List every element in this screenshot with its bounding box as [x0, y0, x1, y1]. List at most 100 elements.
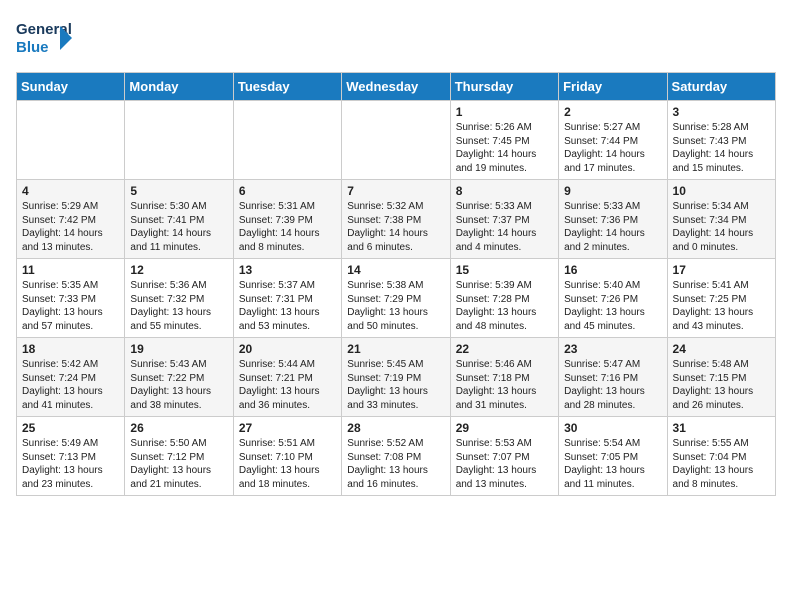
day-number: 5 [130, 184, 227, 198]
cell-info: Sunrise: 5:43 AM Sunset: 7:22 PM Dayligh… [130, 358, 227, 412]
day-number: 6 [239, 184, 336, 198]
cell-info: Sunrise: 5:26 AM Sunset: 7:45 PM Dayligh… [456, 121, 553, 175]
day-number: 21 [347, 342, 444, 356]
day-number: 1 [456, 105, 553, 119]
day-number: 29 [456, 421, 553, 435]
cell-info: Sunrise: 5:46 AM Sunset: 7:18 PM Dayligh… [456, 358, 553, 412]
calendar-week-row: 11 Sunrise: 5:35 AM Sunset: 7:33 PM Dayli… [17, 259, 776, 338]
day-number: 28 [347, 421, 444, 435]
cell-info: Sunrise: 5:35 AM Sunset: 7:33 PM Dayligh… [22, 279, 119, 333]
calendar-cell: 10 Sunrise: 5:34 AM Sunset: 7:34 PM Dayli… [667, 180, 775, 259]
day-number: 13 [239, 263, 336, 277]
cell-info: Sunrise: 5:50 AM Sunset: 7:12 PM Dayligh… [130, 437, 227, 491]
weekday-header: Friday [559, 73, 667, 101]
calendar-cell [342, 101, 450, 180]
calendar-cell: 2Sunrise: 5:27 AM Sunset: 7:44 PM Daylig… [559, 101, 667, 180]
calendar-cell: 30Sunrise: 5:54 AM Sunset: 7:05 PM Dayli… [559, 417, 667, 496]
calendar-cell [233, 101, 341, 180]
cell-info: Sunrise: 5:45 AM Sunset: 7:19 PM Dayligh… [347, 358, 444, 412]
cell-info: Sunrise: 5:51 AM Sunset: 7:10 PM Dayligh… [239, 437, 336, 491]
calendar-cell: 12 Sunrise: 5:36 AM Sunset: 7:32 PM Dayli… [125, 259, 233, 338]
cell-info: Sunrise: 5:32 AM Sunset: 7:38 PM Dayligh… [347, 200, 444, 254]
calendar-week-row: 1 Sunrise: 5:26 AM Sunset: 7:45 PM Daylig… [17, 101, 776, 180]
day-number: 23 [564, 342, 661, 356]
day-number: 14 [347, 263, 444, 277]
calendar-week-row: 4 Sunrise: 5:29 AM Sunset: 7:42 PM Daylig… [17, 180, 776, 259]
weekday-header: Wednesday [342, 73, 450, 101]
calendar-cell: 11 Sunrise: 5:35 AM Sunset: 7:33 PM Dayli… [17, 259, 125, 338]
calendar-cell: 31Sunrise: 5:55 AM Sunset: 7:04 PM Dayli… [667, 417, 775, 496]
cell-info: Sunrise: 5:33 AM Sunset: 7:36 PM Dayligh… [564, 200, 661, 254]
day-number: 15 [456, 263, 553, 277]
logo-svg: GeneralBlue [16, 16, 76, 60]
cell-info: Sunrise: 5:34 AM Sunset: 7:34 PM Dayligh… [673, 200, 770, 254]
svg-text:Blue: Blue [16, 39, 49, 56]
day-number: 3 [673, 105, 770, 119]
calendar-cell: 9Sunrise: 5:33 AM Sunset: 7:36 PM Daylig… [559, 180, 667, 259]
day-number: 22 [456, 342, 553, 356]
calendar-cell: 3 Sunrise: 5:28 AM Sunset: 7:43 PM Daylig… [667, 101, 775, 180]
calendar-cell: 5 Sunrise: 5:30 AM Sunset: 7:41 PM Daylig… [125, 180, 233, 259]
day-number: 12 [130, 263, 227, 277]
day-number: 8 [456, 184, 553, 198]
cell-info: Sunrise: 5:48 AM Sunset: 7:15 PM Dayligh… [673, 358, 770, 412]
day-number: 27 [239, 421, 336, 435]
weekday-header: Thursday [450, 73, 558, 101]
cell-info: Sunrise: 5:49 AM Sunset: 7:13 PM Dayligh… [22, 437, 119, 491]
calendar-cell [125, 101, 233, 180]
cell-info: Sunrise: 5:31 AM Sunset: 7:39 PM Dayligh… [239, 200, 336, 254]
calendar-cell: 18 Sunrise: 5:42 AM Sunset: 7:24 PM Dayli… [17, 338, 125, 417]
cell-info: Sunrise: 5:36 AM Sunset: 7:32 PM Dayligh… [130, 279, 227, 333]
cell-info: Sunrise: 5:41 AM Sunset: 7:25 PM Dayligh… [673, 279, 770, 333]
calendar-cell: 4 Sunrise: 5:29 AM Sunset: 7:42 PM Daylig… [17, 180, 125, 259]
calendar-cell [17, 101, 125, 180]
calendar-cell: 17Sunrise: 5:41 AM Sunset: 7:25 PM Dayli… [667, 259, 775, 338]
calendar-cell: 14 Sunrise: 5:38 AM Sunset: 7:29 PM Dayli… [342, 259, 450, 338]
weekday-header: Saturday [667, 73, 775, 101]
calendar-cell: 29 Sunrise: 5:53 AM Sunset: 7:07 PM Dayli… [450, 417, 558, 496]
day-number: 26 [130, 421, 227, 435]
calendar-cell: 7 Sunrise: 5:32 AM Sunset: 7:38 PM Daylig… [342, 180, 450, 259]
day-number: 19 [130, 342, 227, 356]
calendar-cell: 25 Sunrise: 5:49 AM Sunset: 7:13 PM Dayli… [17, 417, 125, 496]
day-number: 7 [347, 184, 444, 198]
calendar-table: SundayMondayTuesdayWednesdayThursdayFrid… [16, 72, 776, 496]
day-number: 20 [239, 342, 336, 356]
cell-info: Sunrise: 5:37 AM Sunset: 7:31 PM Dayligh… [239, 279, 336, 333]
day-number: 16 [564, 263, 661, 277]
day-number: 10 [673, 184, 770, 198]
day-number: 30 [564, 421, 661, 435]
cell-info: Sunrise: 5:42 AM Sunset: 7:24 PM Dayligh… [22, 358, 119, 412]
cell-info: Sunrise: 5:29 AM Sunset: 7:42 PM Dayligh… [22, 200, 119, 254]
day-number: 11 [22, 263, 119, 277]
cell-info: Sunrise: 5:30 AM Sunset: 7:41 PM Dayligh… [130, 200, 227, 254]
day-number: 25 [22, 421, 119, 435]
weekday-header: Sunday [17, 73, 125, 101]
cell-info: Sunrise: 5:38 AM Sunset: 7:29 PM Dayligh… [347, 279, 444, 333]
calendar-cell: 28 Sunrise: 5:52 AM Sunset: 7:08 PM Dayli… [342, 417, 450, 496]
day-number: 18 [22, 342, 119, 356]
calendar-cell: 1 Sunrise: 5:26 AM Sunset: 7:45 PM Daylig… [450, 101, 558, 180]
day-number: 31 [673, 421, 770, 435]
weekday-header: Tuesday [233, 73, 341, 101]
calendar-cell: 24Sunrise: 5:48 AM Sunset: 7:15 PM Dayli… [667, 338, 775, 417]
cell-info: Sunrise: 5:53 AM Sunset: 7:07 PM Dayligh… [456, 437, 553, 491]
calendar-cell: 23Sunrise: 5:47 AM Sunset: 7:16 PM Dayli… [559, 338, 667, 417]
page-header: GeneralBlue [16, 16, 776, 60]
cell-info: Sunrise: 5:39 AM Sunset: 7:28 PM Dayligh… [456, 279, 553, 333]
calendar-cell: 15 Sunrise: 5:39 AM Sunset: 7:28 PM Dayli… [450, 259, 558, 338]
calendar-cell: 6 Sunrise: 5:31 AM Sunset: 7:39 PM Daylig… [233, 180, 341, 259]
weekday-header: Monday [125, 73, 233, 101]
cell-info: Sunrise: 5:27 AM Sunset: 7:44 PM Dayligh… [564, 121, 661, 175]
cell-info: Sunrise: 5:28 AM Sunset: 7:43 PM Dayligh… [673, 121, 770, 175]
cell-info: Sunrise: 5:33 AM Sunset: 7:37 PM Dayligh… [456, 200, 553, 254]
calendar-cell: 26 Sunrise: 5:50 AM Sunset: 7:12 PM Dayli… [125, 417, 233, 496]
cell-info: Sunrise: 5:40 AM Sunset: 7:26 PM Dayligh… [564, 279, 661, 333]
calendar-header-row: SundayMondayTuesdayWednesdayThursdayFrid… [17, 73, 776, 101]
cell-info: Sunrise: 5:52 AM Sunset: 7:08 PM Dayligh… [347, 437, 444, 491]
calendar-cell: 20Sunrise: 5:44 AM Sunset: 7:21 PM Dayli… [233, 338, 341, 417]
logo: GeneralBlue [16, 16, 76, 60]
calendar-cell: 22 Sunrise: 5:46 AM Sunset: 7:18 PM Dayli… [450, 338, 558, 417]
calendar-week-row: 18 Sunrise: 5:42 AM Sunset: 7:24 PM Dayli… [17, 338, 776, 417]
day-number: 4 [22, 184, 119, 198]
